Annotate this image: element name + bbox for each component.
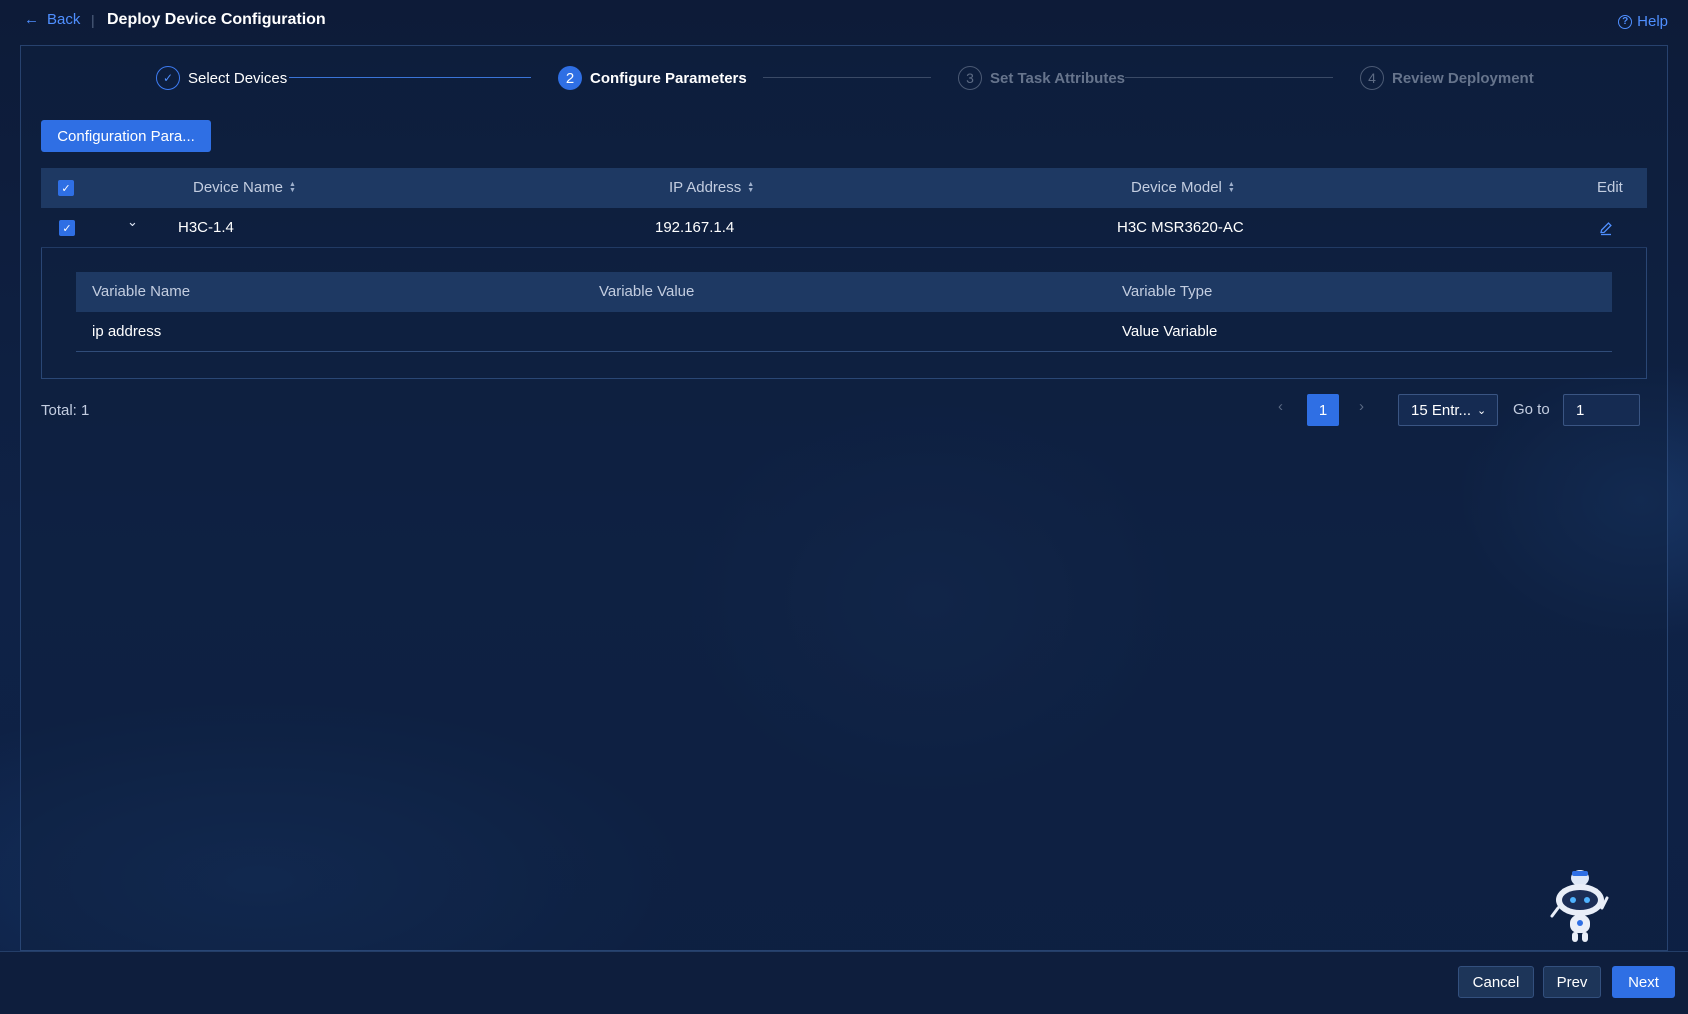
footer-bar: Cancel Prev Next: [0, 951, 1688, 1014]
back-link[interactable]: ← Back: [24, 11, 80, 28]
device-table: ✓ Device Name ▲ ▼ IP Address ▲ ▼ Device Mo…: [41, 168, 1647, 379]
help-icon: ?: [1618, 14, 1633, 29]
edit-icon[interactable]: [1598, 220, 1614, 236]
configuration-parameters-button[interactable]: Configuration Para...: [41, 120, 211, 152]
next-page-icon[interactable]: ›: [1359, 398, 1364, 415]
wizard-steps: ✓ Select Devices 2 Configure Parameters …: [21, 46, 1669, 110]
prev-page-icon[interactable]: ‹: [1278, 398, 1283, 415]
column-variable-value: Variable Value: [599, 283, 695, 300]
goto-label: Go to: [1513, 401, 1550, 418]
column-variable-name: Variable Name: [92, 283, 191, 300]
cell-ip-address: 192.167.1.4: [655, 219, 735, 236]
step-configure-parameters: 2 Configure Parameters: [558, 66, 747, 90]
page-size-value: 15 Entr...: [1411, 401, 1472, 419]
help-link[interactable]: ? Help: [1618, 13, 1668, 30]
column-device-name[interactable]: Device Name ▲ ▼: [193, 179, 296, 196]
column-ip-address[interactable]: IP Address ▲ ▼: [669, 179, 754, 196]
assistant-robot-icon[interactable]: [1550, 868, 1610, 944]
variable-table: Variable Name Variable Value Variable Ty…: [76, 272, 1612, 352]
column-label: Device Model: [1131, 179, 1222, 196]
step-number: 3: [958, 66, 982, 90]
back-label: Back: [47, 11, 81, 28]
divider: |: [91, 12, 95, 28]
page-title: Deploy Device Configuration: [107, 11, 326, 28]
goto-page-input[interactable]: [1563, 394, 1640, 426]
step-select-devices: ✓ Select Devices: [156, 66, 287, 90]
arrow-left-icon: ←: [24, 11, 39, 28]
step-connector: [289, 77, 531, 78]
step-label: Review Deployment: [1392, 69, 1534, 87]
cell-device-model: H3C MSR3620-AC: [1117, 219, 1244, 236]
page-1-button[interactable]: 1: [1307, 394, 1339, 426]
step-set-task-attributes: 3 Set Task Attributes: [958, 66, 1125, 90]
check-icon: ✓: [156, 66, 180, 90]
chevron-down-icon[interactable]: ⌄: [127, 214, 138, 230]
select-all-checkbox[interactable]: ✓: [58, 180, 74, 196]
cancel-button[interactable]: Cancel: [1458, 966, 1534, 998]
step-number: 4: [1360, 66, 1384, 90]
row-checkbox[interactable]: ✓: [59, 220, 75, 236]
sort-icon: ▲ ▼: [289, 180, 296, 194]
variable-row: ip address Value Variable: [76, 312, 1612, 352]
table-header: ✓ Device Name ▲ ▼ IP Address ▲ ▼ Device Mo…: [41, 168, 1647, 208]
step-label: Set Task Attributes: [990, 69, 1126, 87]
chevron-down-icon: ⌄: [1477, 404, 1487, 417]
step-label: Configure Parameters: [590, 69, 747, 87]
column-edit: Edit: [1597, 179, 1623, 196]
sort-icon: ▲ ▼: [1227, 180, 1235, 194]
page-size-select[interactable]: 15 Entr... ⌄: [1398, 394, 1498, 426]
step-number: 2: [558, 66, 582, 90]
top-bar: ← Back | Deploy Device Configuration ? H…: [0, 0, 1688, 44]
help-label: Help: [1637, 13, 1668, 30]
step-connector: [763, 77, 931, 78]
next-button[interactable]: Next: [1612, 966, 1675, 998]
prev-button[interactable]: Prev: [1543, 966, 1601, 998]
step-label: Select Devices: [188, 69, 288, 87]
step-connector: [1125, 77, 1333, 78]
expanded-row-details: Variable Name Variable Value Variable Ty…: [41, 248, 1647, 379]
cell-variable-name: ip address: [92, 323, 162, 340]
column-device-model[interactable]: Device Model ▲ ▼: [1131, 179, 1235, 196]
total-count: Total: 1: [41, 402, 90, 419]
sort-icon: ▲ ▼: [747, 180, 755, 194]
variable-table-header: Variable Name Variable Value Variable Ty…: [76, 272, 1612, 312]
column-label: Device Name: [193, 179, 284, 196]
table-row: ✓ ⌄ H3C-1.4 192.167.1.4 H3C MSR3620-AC: [41, 208, 1647, 248]
column-variable-type: Variable Type: [1122, 283, 1213, 300]
cell-device-name: H3C-1.4: [178, 219, 234, 236]
cell-variable-type: Value Variable: [1122, 323, 1218, 340]
column-label: IP Address: [669, 179, 742, 196]
step-review-deployment: 4 Review Deployment: [1360, 66, 1534, 90]
main-panel: ✓ Select Devices 2 Configure Parameters …: [20, 45, 1668, 951]
